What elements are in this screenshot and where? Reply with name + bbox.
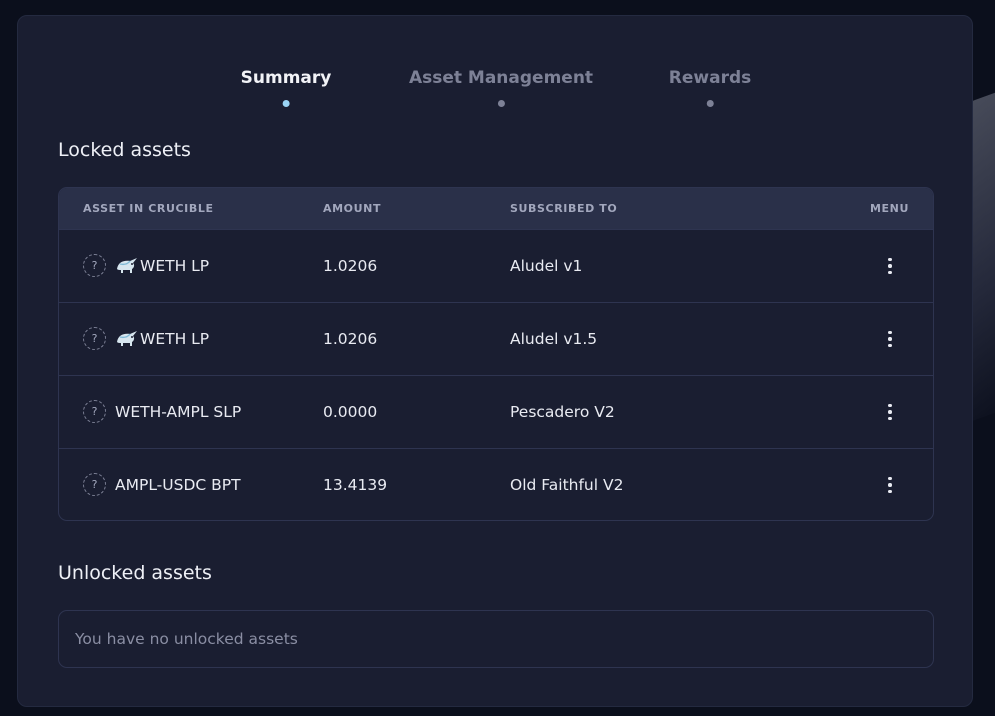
row-menu-button[interactable] — [883, 475, 897, 495]
unicorn-token-icon — [117, 331, 137, 346]
tab-rewards-label: Rewards — [668, 68, 752, 88]
amount-cell: 0.0000 — [323, 403, 378, 421]
asset-cell: WETH LP — [115, 330, 209, 348]
amount-cell: 1.0206 — [323, 330, 378, 348]
amount-cell: 13.4139 — [323, 476, 388, 494]
table-row: ? WETH LP 1.0206 Aludel v1.5 — [59, 302, 933, 375]
tab-asset-management-label: Asset Management — [408, 68, 594, 88]
subscribed-cell: Aludel v1 — [510, 257, 583, 275]
table-header: ASSET IN CRUCIBLE AMOUNT SUBSCRIBED TO M… — [59, 188, 933, 229]
unlocked-assets-empty: You have no unlocked assets — [58, 610, 934, 668]
row-menu-button[interactable] — [883, 402, 897, 422]
table-row: ? WETH-AMPL SLP 0.0000 Pescadero V2 — [59, 375, 933, 448]
asset-name: WETH LP — [140, 257, 210, 275]
empty-state-text: You have no unlocked assets — [75, 630, 298, 648]
subscribed-cell: Pescadero V2 — [510, 403, 615, 421]
table-row: ? WETH LP 1.0206 Aludel v1 — [59, 229, 933, 302]
question-icon: ? — [83, 254, 106, 277]
tab-indicator — [706, 100, 714, 107]
unlocked-assets-title: Unlocked assets — [58, 562, 212, 584]
locked-assets-title: Locked assets — [58, 139, 191, 161]
tab-asset-management[interactable]: Asset Management — [409, 68, 593, 107]
asset-cell: WETH-AMPL SLP — [115, 403, 242, 421]
header-asset: ASSET IN CRUCIBLE — [83, 202, 214, 215]
table-row: ? AMPL-USDC BPT 13.4139 Old Faithful V2 — [59, 448, 933, 520]
row-menu-button[interactable] — [883, 256, 897, 276]
asset-cell: AMPL-USDC BPT — [115, 476, 241, 494]
header-amount: AMOUNT — [323, 202, 382, 215]
tab-summary[interactable]: Summary — [240, 68, 332, 107]
tab-summary-label: Summary — [240, 68, 332, 88]
asset-name: WETH LP — [140, 330, 210, 348]
tab-bar: Summary Asset Management Rewards — [18, 68, 972, 108]
locked-assets-table: ASSET IN CRUCIBLE AMOUNT SUBSCRIBED TO M… — [58, 187, 934, 521]
asset-cell: WETH LP — [115, 257, 209, 275]
tab-active-indicator — [282, 100, 290, 107]
question-icon: ? — [83, 327, 106, 350]
header-subscribed: SUBSCRIBED TO — [510, 202, 618, 215]
row-menu-button[interactable] — [883, 329, 897, 349]
subscribed-cell: Old Faithful V2 — [510, 476, 624, 494]
subscribed-cell: Aludel v1.5 — [510, 330, 598, 348]
question-icon: ? — [83, 473, 106, 496]
tab-rewards[interactable]: Rewards — [669, 68, 751, 107]
header-menu: MENU — [870, 202, 909, 215]
tab-indicator — [497, 100, 505, 107]
unicorn-token-icon — [117, 258, 137, 273]
amount-cell: 1.0206 — [323, 257, 378, 275]
crucible-card: Summary Asset Management Rewards Locked … — [17, 15, 973, 707]
question-icon: ? — [83, 400, 106, 423]
